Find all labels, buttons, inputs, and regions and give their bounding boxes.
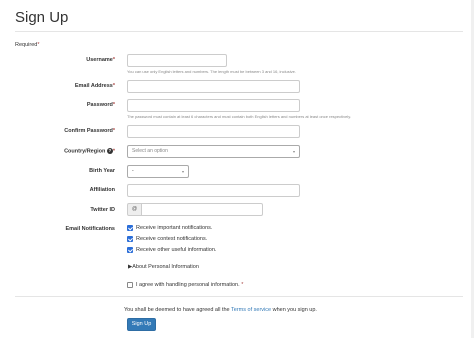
country-label: Country/Region ? * <box>64 148 115 155</box>
caret-down-icon: ▾ <box>292 149 295 154</box>
confirm-password-input[interactable] <box>127 125 300 138</box>
birth-year-select[interactable]: - ▾ <box>127 165 189 178</box>
notify-important-label: Receive important notifications. <box>136 225 213 231</box>
required-note: Required* <box>15 42 40 48</box>
birth-year-selected: - <box>132 168 134 174</box>
email-label: Email Address* <box>74 83 115 89</box>
notify-contest-label: Receive contest notifications. <box>136 236 208 242</box>
password-help: The password must contain at least 6 cha… <box>127 114 352 119</box>
twitter-input[interactable] <box>141 203 263 216</box>
confirm-password-label: Confirm Password* <box>64 128 115 134</box>
twitter-label: Twitter ID <box>90 207 115 213</box>
page-title: Sign Up <box>15 9 69 26</box>
checkbox-checked[interactable] <box>127 247 133 253</box>
sign-up-button[interactable]: Sign Up <box>127 318 156 331</box>
username-label: Username* <box>86 57 115 63</box>
checkbox-checked[interactable] <box>127 225 133 231</box>
notify-other-option[interactable]: Receive other useful information. <box>127 247 216 253</box>
terms-link[interactable]: Terms of service <box>231 307 271 313</box>
username-help: You can use only English letters and num… <box>127 69 296 74</box>
checkbox-checked[interactable] <box>127 236 133 242</box>
affiliation-input[interactable] <box>127 184 300 197</box>
agree-personal-label: I agree with handling personal informati… <box>136 282 244 288</box>
caret-down-icon: ▾ <box>181 169 184 174</box>
affiliation-label: Affiliation <box>89 187 115 193</box>
password-input[interactable] <box>127 99 300 112</box>
about-personal-toggle[interactable]: ▶About Personal Information <box>128 264 199 270</box>
country-select-placeholder: Select an option <box>132 148 168 154</box>
signup-page: Sign Up Required* Username* You can use … <box>0 0 474 338</box>
notify-contest-option[interactable]: Receive contest notifications. <box>127 236 207 242</box>
terms-prefix: You shall be deemed to have agreed all t… <box>124 307 232 313</box>
terms-notice: You shall be deemed to have agreed all t… <box>124 307 317 313</box>
twitter-at-addon: @ <box>127 203 142 216</box>
checkbox-unchecked[interactable] <box>127 282 133 288</box>
username-input[interactable] <box>127 54 227 67</box>
birth-year-label: Birth Year <box>89 168 115 174</box>
divider-bottom <box>15 296 463 297</box>
terms-suffix: when you sign up. <box>271 307 317 313</box>
notify-other-label: Receive other useful information. <box>136 247 217 253</box>
email-notifications-label: Email Notifications <box>65 226 115 232</box>
country-select[interactable]: Select an option ▾ <box>127 145 300 158</box>
email-input[interactable] <box>127 80 300 93</box>
divider-top <box>15 31 463 32</box>
password-label: Password* <box>86 102 115 108</box>
notify-important-option[interactable]: Receive important notifications. <box>127 225 212 231</box>
agree-personal-option[interactable]: I agree with handling personal informati… <box>127 282 243 288</box>
